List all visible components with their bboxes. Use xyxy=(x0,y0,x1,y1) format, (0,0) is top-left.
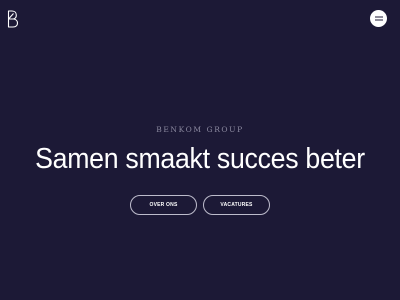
over-ons-button[interactable]: OVER ONS xyxy=(130,195,197,215)
vacatures-button[interactable]: VACATURES xyxy=(203,195,270,215)
company-name: BENKOM GROUP xyxy=(156,125,244,134)
hero-section: BENKOM GROUP Samen smaakt succes beter O… xyxy=(0,125,400,215)
hero-actions: OVER ONS VACATURES xyxy=(0,195,400,215)
logo-icon[interactable] xyxy=(7,10,19,28)
hamburger-menu-icon xyxy=(374,16,383,21)
hero-headline: Samen smaakt succes beter xyxy=(35,143,365,175)
menu-button[interactable] xyxy=(370,10,387,27)
